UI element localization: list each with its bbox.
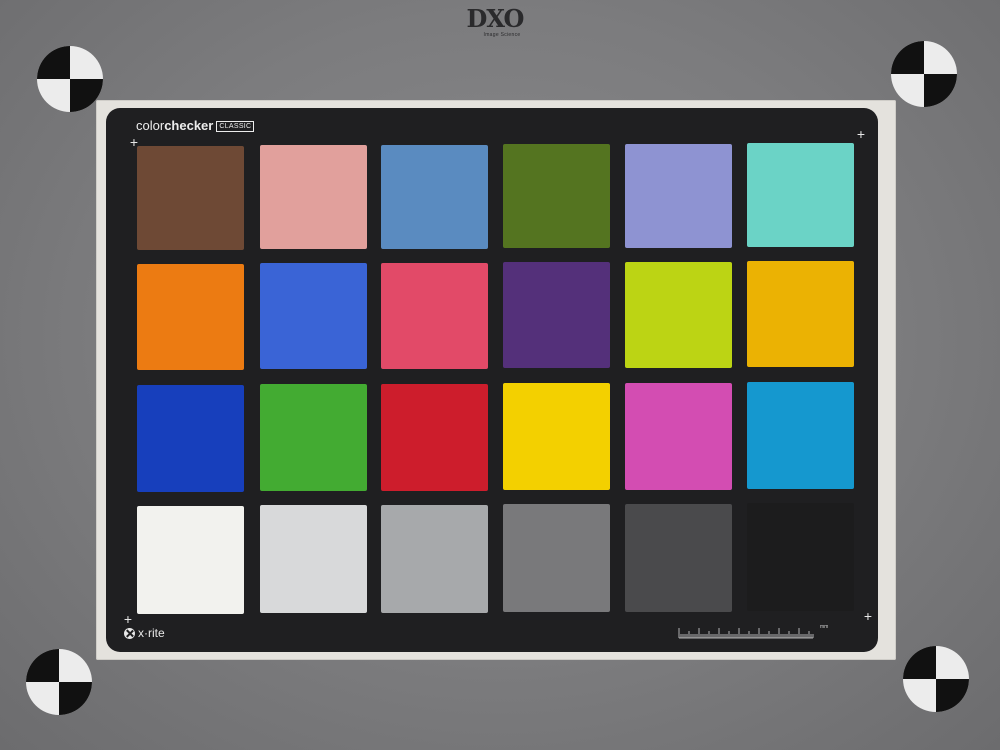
color-patch-r4-c1 — [137, 506, 244, 614]
xrite-logo-text: x·rite — [138, 626, 165, 640]
registration-target-top-left — [37, 46, 103, 112]
brand-bold-text: checker — [164, 118, 214, 133]
dxo-logo-text: DXO — [466, 4, 525, 33]
color-patch-r3-c2 — [260, 384, 367, 492]
color-patch-r3-c5 — [625, 382, 732, 490]
color-patch-r3-c4 — [503, 383, 610, 491]
color-patch-r4-c3 — [381, 504, 488, 613]
corner-cross-bottom-right: + — [863, 608, 873, 624]
color-patch-r4-c4 — [503, 504, 610, 613]
color-patch-r3-c3 — [381, 383, 488, 491]
colorchecker-brand: colorchecker CLASSIC — [136, 118, 255, 133]
color-patch-r3-c6 — [747, 382, 854, 489]
corner-cross-bottom-left: + — [123, 611, 133, 627]
color-patch-r1-c3 — [381, 144, 488, 249]
xrite-mark-icon — [124, 627, 135, 639]
color-patch-r3-c1 — [137, 385, 244, 492]
color-patch-r2-c3 — [381, 262, 488, 369]
color-patch-r4-c5 — [625, 503, 732, 612]
color-patch-r2-c5 — [625, 261, 732, 368]
registration-target-top-right — [891, 41, 957, 107]
registration-target-bottom-left — [26, 649, 92, 715]
mm-ruler — [678, 628, 814, 639]
color-patch-r1-c6 — [747, 143, 854, 247]
color-patch-r4-c6 — [747, 503, 854, 611]
color-patch-r2-c4 — [503, 262, 610, 369]
brand-classic-tag: CLASSIC — [216, 121, 255, 132]
color-patch-r1-c4 — [503, 144, 610, 249]
color-patch-r1-c1 — [137, 146, 244, 250]
registration-target-bottom-right — [903, 646, 969, 712]
brand-light-text: color — [136, 118, 165, 133]
color-patch-r4-c2 — [260, 505, 367, 614]
color-patch-r2-c2 — [260, 263, 367, 370]
color-patch-r2-c6 — [747, 261, 854, 367]
color-patch-r1-c5 — [625, 143, 732, 248]
color-patch-r2-c1 — [137, 264, 244, 370]
xrite-logo: x·rite — [124, 626, 165, 640]
corner-cross-top-right: + — [856, 126, 866, 142]
dxo-logo: DXO Image Science — [455, 4, 535, 39]
ruler-unit-label: mm — [820, 624, 829, 630]
color-patch-r1-c2 — [260, 145, 367, 250]
